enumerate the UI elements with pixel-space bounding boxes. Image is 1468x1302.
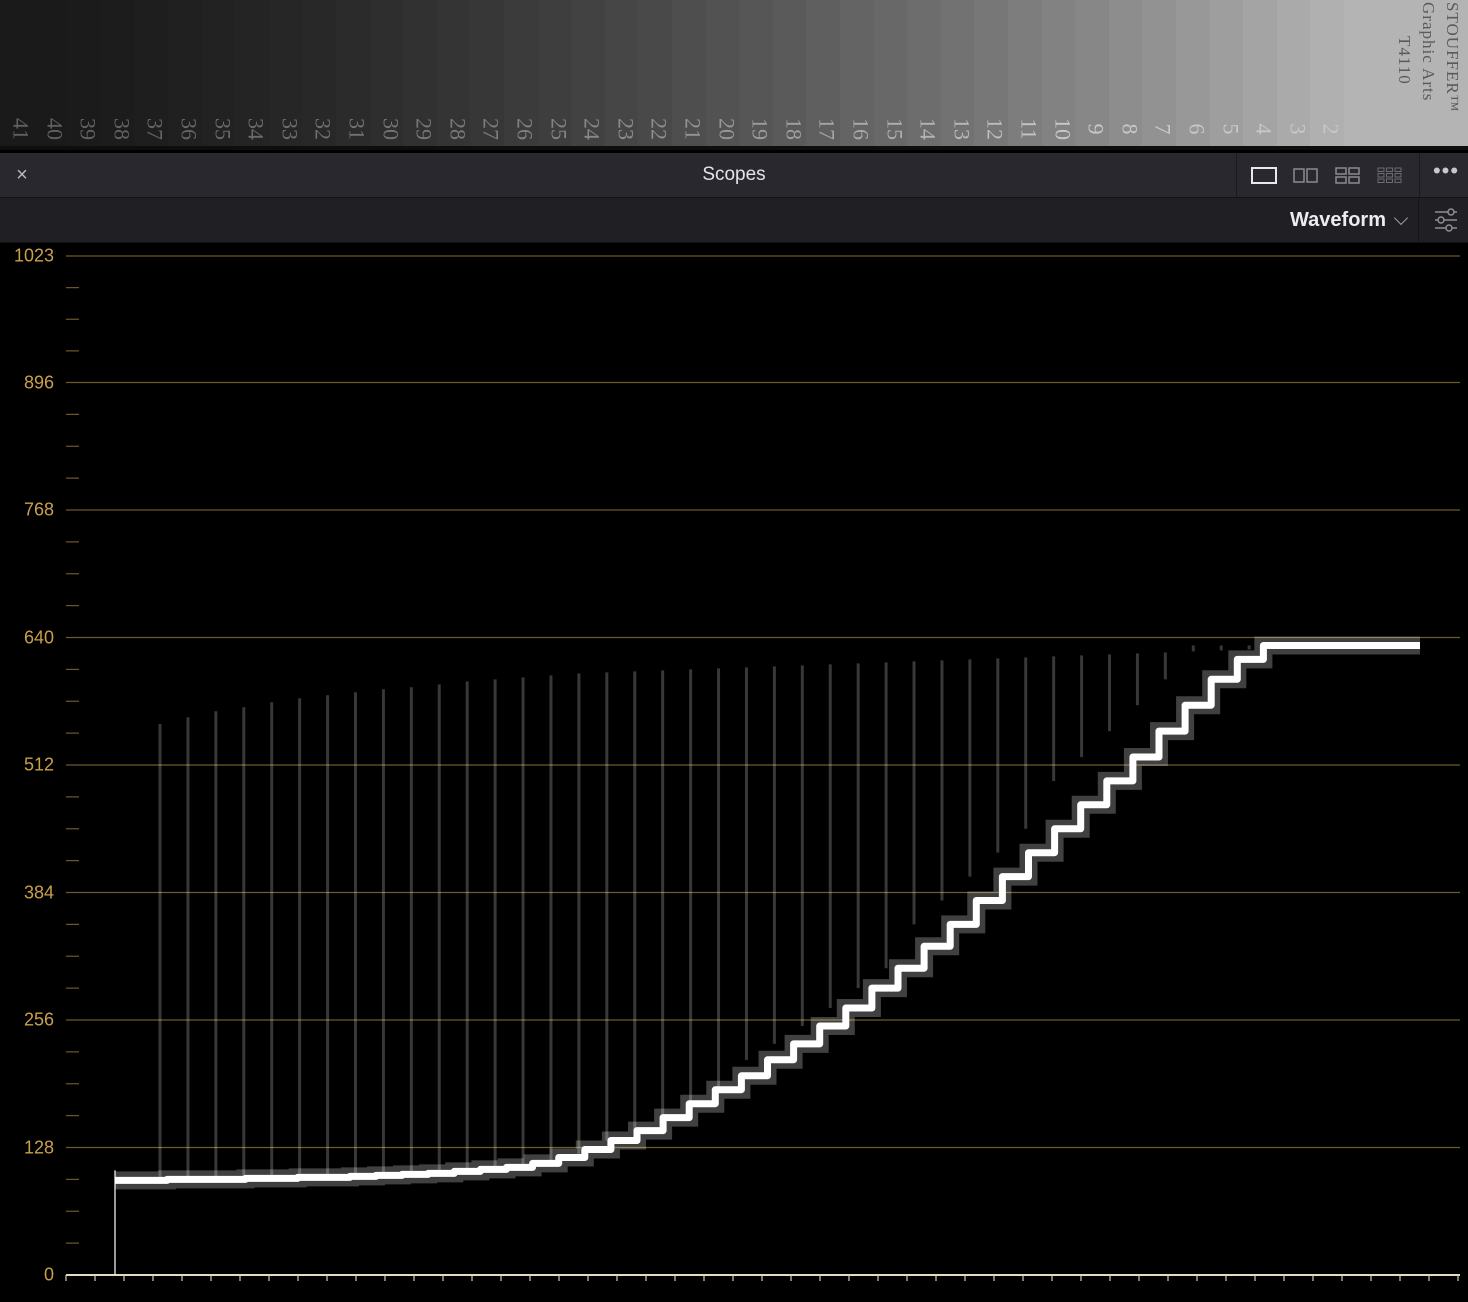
patch-number: 34: [243, 118, 269, 140]
multi-view-layout-icon[interactable]: [1376, 165, 1404, 185]
patch-number: 24: [579, 118, 605, 140]
patch-number: 31: [344, 118, 370, 140]
viewer-divider: [0, 146, 1468, 150]
patch-number: 20: [714, 118, 740, 140]
patch-number: 12: [982, 118, 1008, 140]
patch-number: 28: [445, 118, 471, 140]
chart-brand-label: STOUFFER™ Graphic Arts T4110: [1390, 2, 1462, 142]
patch-number: 30: [378, 118, 404, 140]
scope-type-label: Waveform: [1290, 208, 1386, 231]
patch-number: 14: [915, 118, 941, 140]
waveform-plot: [65, 255, 1460, 1281]
patch-number: 33: [277, 118, 303, 140]
patch-number: 10: [1050, 118, 1076, 140]
step-wedge-viewer: 41 40 39 38 37 36 35 34 33 32 31 30 29 28 27 26 25 24 23 22…: [0, 0, 1468, 150]
chevron-down-icon: [1393, 210, 1409, 226]
patch-number: 38: [109, 118, 135, 140]
patch-number: 21: [680, 118, 706, 140]
patch-number: 35: [210, 118, 236, 140]
scope-type-dropdown[interactable]: Waveform: [1290, 206, 1409, 234]
more-options-icon[interactable]: •••: [1428, 160, 1464, 187]
patch-number: 32: [310, 118, 336, 140]
patch-number: 39: [75, 118, 101, 140]
waveform-trace-glow: [115, 636, 1420, 1190]
patch-number: 26: [512, 118, 538, 140]
brand-line-3: T4110: [1395, 36, 1414, 85]
patch-number: 3: [1285, 123, 1311, 135]
patch-number: 41: [8, 118, 34, 140]
quad-view-layout-icon[interactable]: [1334, 165, 1362, 185]
patch-number: 6: [1184, 123, 1210, 135]
patch-number: 17: [814, 118, 840, 140]
patch-number: 9: [1083, 123, 1109, 135]
patch-number: 40: [42, 118, 68, 140]
scope-settings-icon[interactable]: [1418, 198, 1468, 242]
close-icon[interactable]: ×: [10, 163, 34, 187]
patch-number: 5: [1218, 123, 1244, 135]
patch-number: 18: [781, 118, 807, 140]
patch-number: 36: [176, 118, 202, 140]
patch-number: 19: [747, 118, 773, 140]
patch-number: 16: [848, 118, 874, 140]
waveform-scope: 0 128 256 384 512 640 768 896 1023: [0, 243, 1468, 1302]
patch-number: 15: [882, 118, 908, 140]
waveform-trace: [115, 642, 1420, 1184]
patch-number: 22: [646, 118, 672, 140]
scopes-panel-header: × Scopes •••: [0, 153, 1468, 198]
dual-view-layout-icon[interactable]: [1292, 165, 1320, 185]
brand-line-2: Graphic Arts: [1419, 2, 1438, 102]
patch-number: 4: [1251, 123, 1277, 135]
single-view-layout-icon[interactable]: [1250, 165, 1278, 185]
brand-line-1: STOUFFER™: [1443, 2, 1462, 113]
patch-number: 13: [949, 118, 975, 140]
patch-number: 2: [1318, 123, 1344, 135]
patch-number: 8: [1117, 123, 1143, 135]
patch-number: 37: [142, 118, 168, 140]
patch-number: 23: [613, 118, 639, 140]
patch-number: 7: [1150, 123, 1176, 135]
scopes-toolbar: Waveform: [0, 198, 1468, 243]
patch-number: 11: [1016, 118, 1042, 140]
patch-number: 27: [478, 118, 504, 140]
layout-selector: [1236, 153, 1420, 197]
patch-number: 29: [411, 118, 437, 140]
patch-number: 25: [546, 118, 572, 140]
